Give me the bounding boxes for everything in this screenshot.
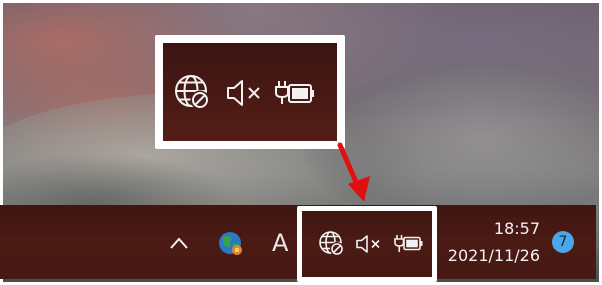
- globe-no-internet-icon: [175, 75, 210, 110]
- zoom-callout-inner: [163, 43, 337, 141]
- chevron-up-icon[interactable]: [168, 235, 190, 251]
- ime-mode-indicator[interactable]: A: [272, 229, 288, 257]
- notification-count-badge[interactable]: 7: [552, 231, 574, 253]
- clock-date: 2021/11/26: [447, 246, 540, 265]
- clock-time: 18:57: [493, 219, 540, 238]
- colorful-globe-app-icon[interactable]: [217, 230, 245, 258]
- battery-charging-icon: [275, 81, 314, 104]
- tray-highlight-box: [297, 206, 437, 282]
- zoom-callout: [155, 35, 345, 149]
- speaker-muted-icon: [227, 80, 260, 106]
- taskbar-clock[interactable]: 18:57 2021/11/26: [440, 218, 540, 268]
- pointer-arrow: [337, 142, 370, 202]
